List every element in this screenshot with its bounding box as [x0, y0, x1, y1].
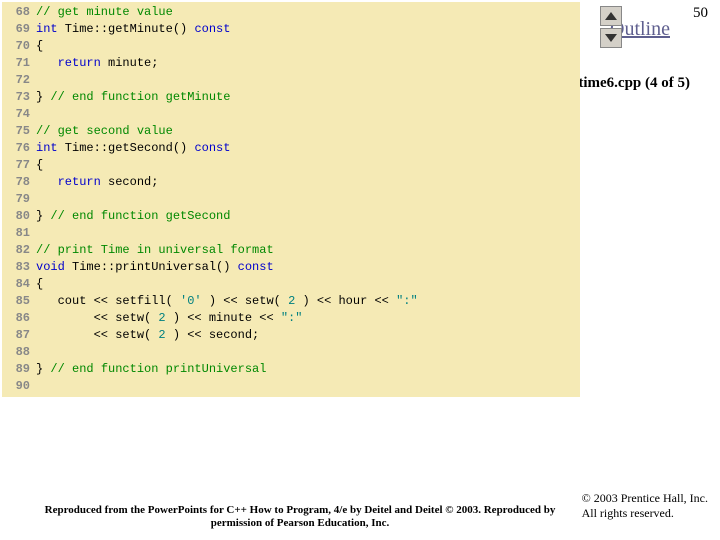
line-number: 82 [2, 242, 36, 259]
code-line: 75// get second value [2, 123, 580, 140]
line-number: 86 [2, 310, 36, 327]
line-number: 79 [2, 191, 36, 208]
code-content: return minute; [36, 55, 158, 72]
line-number: 71 [2, 55, 36, 72]
code-line: 88 [2, 344, 580, 361]
arrow-down-icon [605, 34, 617, 42]
code-line: 77{ [2, 157, 580, 174]
filename-label: time6.cpp (4 of 5) [578, 75, 690, 92]
line-number: 88 [2, 344, 36, 361]
code-content: int Time::getSecond() const [36, 140, 230, 157]
line-number: 76 [2, 140, 36, 157]
code-content: cout << setfill( '0' ) << setw( 2 ) << h… [36, 293, 418, 310]
copyright-line1: © 2003 Prentice Hall, Inc. [582, 491, 708, 505]
line-number: 74 [2, 106, 36, 123]
code-content: << setw( 2 ) << second; [36, 327, 259, 344]
line-number: 87 [2, 327, 36, 344]
code-content: } // end function getSecond [36, 208, 230, 225]
code-line: 90 [2, 378, 580, 395]
code-content [36, 378, 43, 395]
attribution: Reproduced from the PowerPoints for C++ … [30, 504, 570, 530]
line-number: 80 [2, 208, 36, 225]
nav-buttons [600, 6, 622, 48]
code-line: 85 cout << setfill( '0' ) << setw( 2 ) <… [2, 293, 580, 310]
code-line: 76int Time::getSecond() const [2, 140, 580, 157]
code-line: 73} // end function getMinute [2, 89, 580, 106]
copyright-line2: All rights reserved. [582, 506, 674, 520]
code-line: 84{ [2, 276, 580, 293]
line-number: 83 [2, 259, 36, 276]
code-content: // print Time in universal format [36, 242, 274, 259]
code-line: 72 [2, 72, 580, 89]
line-number: 68 [2, 4, 36, 21]
line-number: 78 [2, 174, 36, 191]
code-block: 68// get minute value69int Time::getMinu… [2, 2, 580, 397]
page-number: 50 [693, 5, 708, 22]
code-line: 87 << setw( 2 ) << second; [2, 327, 580, 344]
line-number: 70 [2, 38, 36, 55]
code-line: 82// print Time in universal format [2, 242, 580, 259]
code-line: 81 [2, 225, 580, 242]
code-line: 83void Time::printUniversal() const [2, 259, 580, 276]
code-line: 71 return minute; [2, 55, 580, 72]
line-number: 81 [2, 225, 36, 242]
arrow-up-icon [605, 12, 617, 20]
code-content: // get minute value [36, 4, 173, 21]
line-number: 77 [2, 157, 36, 174]
code-line: 86 << setw( 2 ) << minute << ":" [2, 310, 580, 327]
code-content: // get second value [36, 123, 173, 140]
nav-up-button[interactable] [600, 6, 622, 26]
code-line: 68// get minute value [2, 4, 580, 21]
line-number: 72 [2, 72, 36, 89]
code-content: { [36, 276, 43, 293]
code-line: 80} // end function getSecond [2, 208, 580, 225]
code-content: } // end function printUniversal [36, 361, 266, 378]
code-content [36, 191, 43, 208]
line-number: 85 [2, 293, 36, 310]
line-number: 84 [2, 276, 36, 293]
code-line: 74 [2, 106, 580, 123]
code-content [36, 344, 43, 361]
code-content [36, 225, 43, 242]
line-number: 75 [2, 123, 36, 140]
line-number: 89 [2, 361, 36, 378]
code-content [36, 106, 43, 123]
code-content: { [36, 38, 43, 55]
code-line: 70{ [2, 38, 580, 55]
code-content [36, 72, 43, 89]
code-line: 89} // end function printUniversal [2, 361, 580, 378]
code-content: void Time::printUniversal() const [36, 259, 274, 276]
code-content: { [36, 157, 43, 174]
copyright: © 2003 Prentice Hall, Inc. All rights re… [582, 491, 708, 522]
code-content: int Time::getMinute() const [36, 21, 230, 38]
line-number: 90 [2, 378, 36, 395]
code-line: 69int Time::getMinute() const [2, 21, 580, 38]
line-number: 73 [2, 89, 36, 106]
line-number: 69 [2, 21, 36, 38]
code-line: 79 [2, 191, 580, 208]
code-content: return second; [36, 174, 158, 191]
code-content: } // end function getMinute [36, 89, 230, 106]
code-line: 78 return second; [2, 174, 580, 191]
nav-down-button[interactable] [600, 28, 622, 48]
code-content: << setw( 2 ) << minute << ":" [36, 310, 302, 327]
